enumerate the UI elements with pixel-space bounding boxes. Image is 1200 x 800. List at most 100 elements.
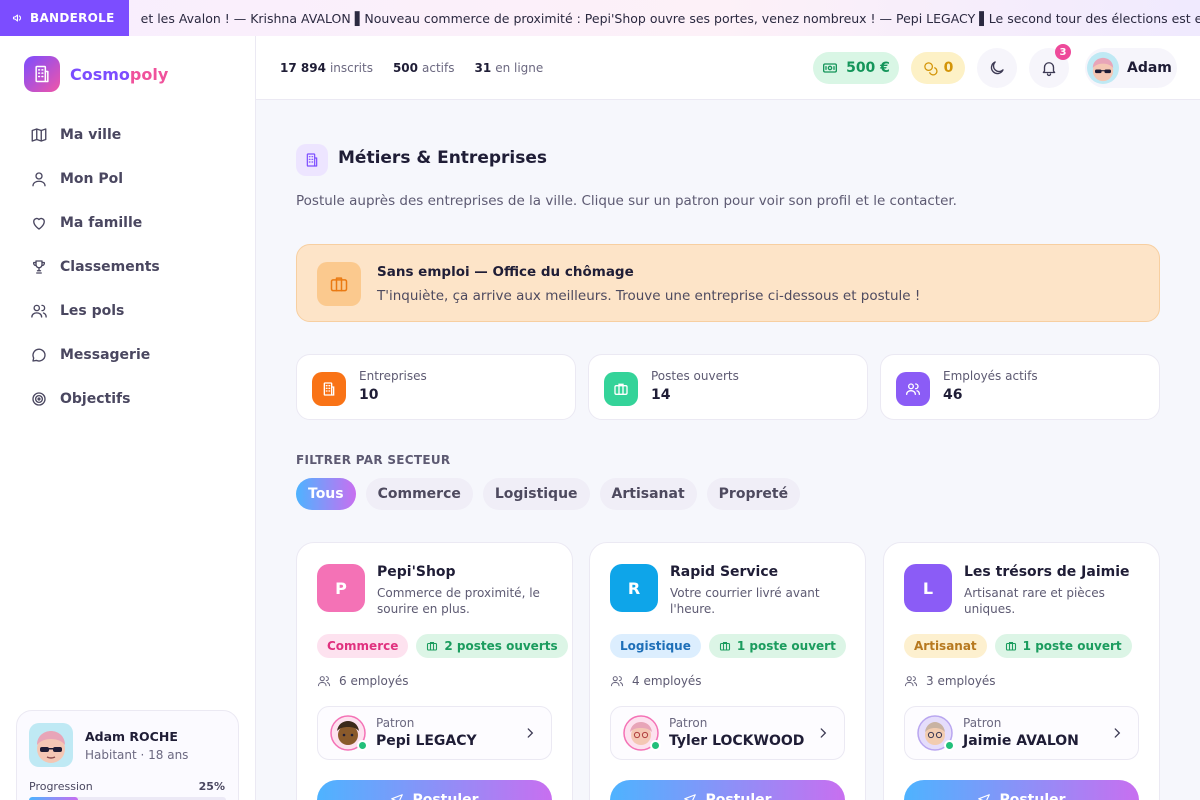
briefcase-icon (427, 641, 438, 651)
ticker-text: et les Avalon ! — Krishna AVALON ▌Nouvea… (140, 10, 1200, 26)
chevron-right-icon (820, 728, 827, 738)
notifications-button[interactable]: 3 (1029, 44, 1071, 88)
sidebar-item-objectifs[interactable]: Objectifs (16, 377, 240, 421)
users-icon (317, 676, 331, 687)
alert-text: T'inquiète, ça arrive aux meilleurs. Tro… (377, 288, 921, 304)
company-card-pepishop: P Pepi'Shop Commerce de proximité, le so… (296, 542, 573, 800)
avatar (29, 723, 73, 767)
sidebar-user-card[interactable]: Adam ROCHE Habitant · 18 ans Progression… (16, 710, 239, 800)
users-icon (31, 304, 47, 318)
company-card-rapid-service: R Rapid Service Votre courrier livré ava… (589, 542, 866, 800)
apply-button[interactable]: Postuler (610, 780, 845, 800)
online-status-dot (944, 740, 955, 751)
open-positions-tag: 2 postes ouverts (416, 634, 568, 658)
user-menu-button[interactable]: Adam (1085, 48, 1177, 88)
stat-actifs: 500 actifs (392, 61, 455, 75)
sidebar-item-ma-famille[interactable]: Ma famille (16, 201, 240, 245)
filter-chip-logistique[interactable]: Logistique (482, 478, 590, 510)
company-logo: P (317, 564, 365, 612)
company-logo: L (904, 564, 952, 612)
sidebar: Cosmopoly Ma ville Mon Pol Ma famille Cl… (0, 36, 256, 800)
filter-label: FILTRER PAR SECTEUR (296, 453, 451, 467)
briefcase-icon (604, 372, 638, 406)
online-status-dot (650, 740, 661, 751)
company-logo: R (610, 564, 658, 612)
apply-button[interactable]: Postuler (317, 780, 552, 800)
company-card-tresors-de-jaimie: L Les trésors de Jaimie Artisanat rare e… (883, 542, 1160, 800)
open-positions-tag: 1 poste ouvert (708, 634, 846, 658)
open-positions-tag: 1 poste ouvert (994, 634, 1132, 658)
sector-tag: Artisanat (904, 634, 987, 658)
users-icon (896, 372, 930, 406)
page-title: Métiers & Entreprises (338, 148, 547, 168)
alert-title: Sans emploi — Office du chômage (377, 264, 634, 280)
sector-tag: Logistique (610, 634, 701, 658)
company-name: Rapid Service (670, 564, 779, 580)
briefcase-icon (317, 262, 361, 306)
apply-button[interactable]: Postuler (904, 780, 1139, 800)
logo[interactable]: Cosmopoly (24, 56, 168, 92)
sidebar-item-les-pols[interactable]: Les pols (16, 289, 240, 333)
building-logo-icon (24, 56, 60, 92)
bell-icon (1042, 62, 1056, 77)
company-description: Commerce de proximité, le sourire en plu… (377, 586, 540, 616)
boss-profile-link[interactable]: Patron Jaimie AVALON (904, 706, 1139, 760)
logo-text: Cosmopoly (70, 64, 169, 84)
ticker-label: BANDEROLE (0, 0, 129, 36)
company-name: Les trésors de Jaimie (964, 564, 1130, 580)
avatar (623, 715, 661, 751)
briefcase-icon (719, 641, 730, 651)
boss-profile-link[interactable]: Patron Pepi LEGACY (317, 706, 552, 760)
theme-toggle-button[interactable] (977, 48, 1017, 88)
users-icon (904, 676, 918, 687)
sector-tag: Commerce (317, 634, 409, 658)
boss-profile-link[interactable]: Patron Tyler LOCKWOOD (610, 706, 845, 760)
sidebar-nav: Ma ville Mon Pol Ma famille Classements … (16, 113, 240, 421)
user-name: Adam ROCHE (85, 729, 178, 744)
filter-chip-commerce[interactable]: Commerce (365, 478, 473, 510)
user-subtitle: Habitant · 18 ans (85, 748, 189, 762)
send-icon (391, 794, 404, 800)
banknote-icon (823, 63, 838, 73)
users-icon (610, 676, 624, 687)
filter-chip-tous[interactable]: Tous (296, 478, 356, 510)
money-balance[interactable]: 500 € (813, 52, 899, 84)
sidebar-item-mon-pol[interactable]: Mon Pol (16, 157, 240, 201)
server-stats: 17 894 inscrits 500 actifs 31 en ligne (280, 36, 543, 100)
online-status-dot (357, 740, 368, 751)
boss-name: Jaimie AVALON (963, 733, 1079, 749)
coins-icon (923, 61, 938, 76)
sidebar-item-classements[interactable]: Classements (16, 245, 240, 289)
moon-icon (990, 61, 1004, 75)
news-ticker: BANDEROLE et les Avalon ! — Krishna AVAL… (0, 0, 1200, 36)
sidebar-item-messagerie[interactable]: Messagerie (16, 333, 240, 377)
company-description: Votre courrier livré avant l'heure. (670, 586, 820, 616)
stat-card-entreprises: Entreprises 10 (296, 354, 576, 420)
map-icon (31, 128, 47, 142)
stat-card-employes-actifs: Employés actifs 46 (880, 354, 1160, 420)
notification-count-badge: 3 (1055, 44, 1071, 60)
target-icon (32, 392, 46, 406)
progress-value: 25% (198, 780, 225, 793)
send-icon (978, 794, 991, 800)
megaphone-icon (12, 14, 22, 22)
progress-label: Progression (29, 780, 93, 793)
stat-card-postes-ouverts: Postes ouverts 14 (588, 354, 868, 420)
avatar (1087, 52, 1119, 84)
chevron-right-icon (1114, 728, 1121, 738)
stat-inscrits: 17 894 inscrits (280, 61, 373, 75)
building-icon (312, 372, 346, 406)
briefcase-icon (1005, 641, 1016, 651)
filter-chip-proprete[interactable]: Propreté (706, 478, 801, 510)
coin-balance[interactable]: 0 (911, 52, 965, 84)
boss-name: Pepi LEGACY (376, 733, 477, 749)
boss-name: Tyler LOCKWOOD (669, 733, 805, 749)
chevron-right-icon (527, 728, 534, 738)
sidebar-item-ma-ville[interactable]: Ma ville (16, 113, 240, 157)
top-header: 17 894 inscrits 500 actifs 31 en ligne 500 … (256, 36, 1200, 100)
chat-icon (32, 348, 46, 362)
unemployed-alert: Sans emploi — Office du chômage T'inquiè… (296, 244, 1160, 322)
page-description: Postule auprès des entreprises de la vil… (296, 193, 957, 209)
avatar (330, 715, 368, 751)
filter-chip-artisanat[interactable]: Artisanat (599, 478, 697, 510)
